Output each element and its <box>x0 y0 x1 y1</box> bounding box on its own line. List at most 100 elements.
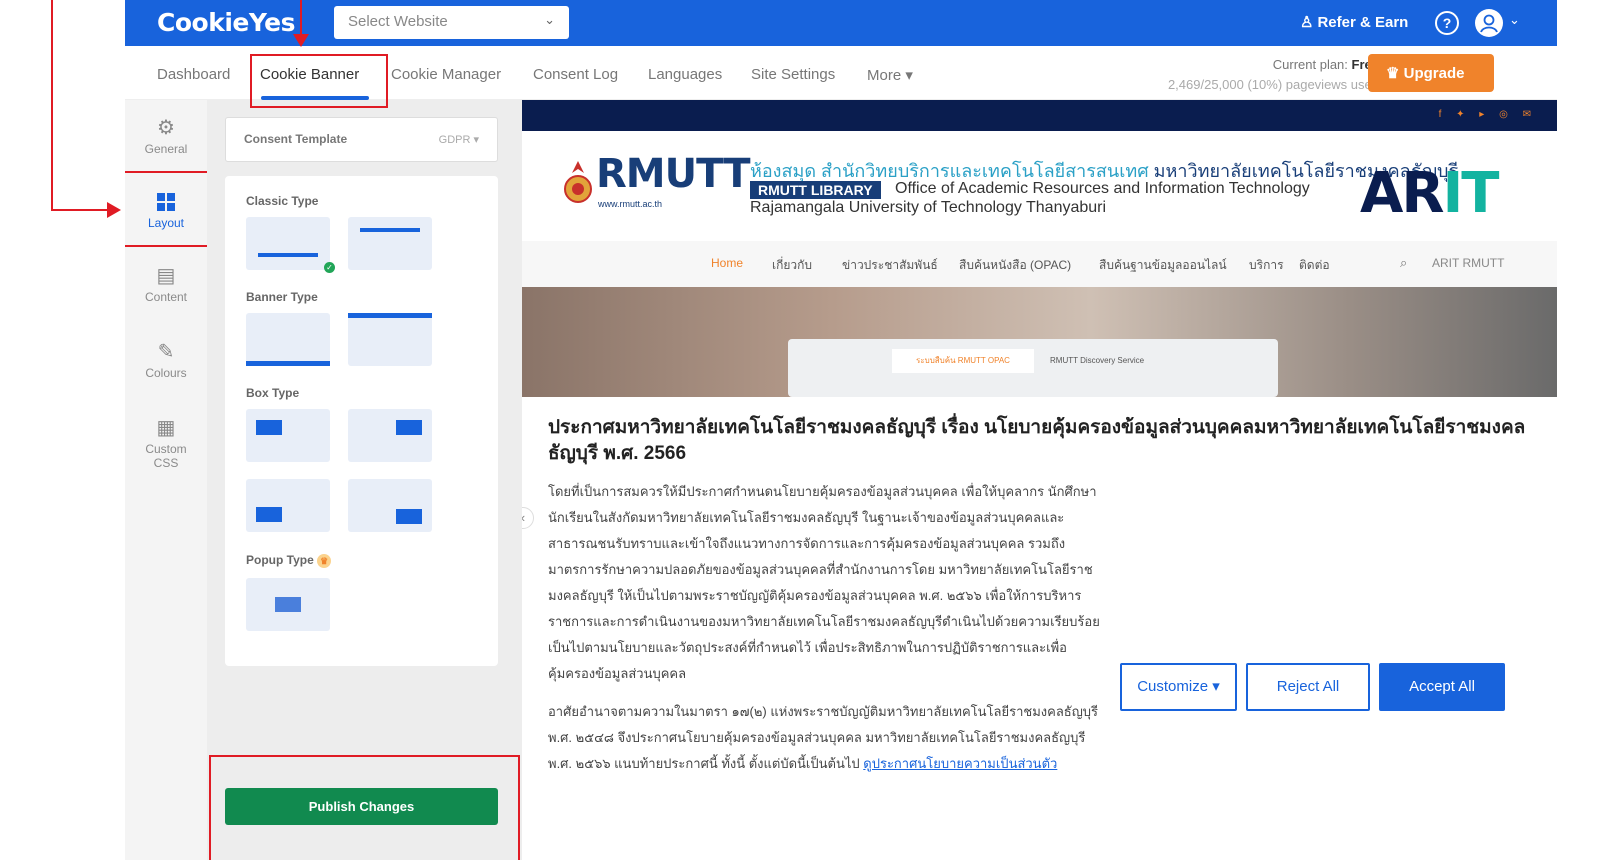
annotation-highlight-box <box>209 755 520 860</box>
site-nav: Home เกี่ยวกับ ข่าวประชาสัมพันธ์ สืบค้นห… <box>522 241 1557 287</box>
sidebar-item-custom-css[interactable]: ▦ Custom CSS <box>125 418 207 470</box>
layout-preview-box <box>396 420 422 435</box>
site-nav-item[interactable]: สืบค้นฐานข้อมูลออนไลน์ <box>1099 256 1227 275</box>
site-nav-item[interactable]: เกี่ยวกับ <box>772 256 812 275</box>
accept-all-button[interactable]: Accept All <box>1379 663 1505 711</box>
site-nav-item[interactable]: ติดต่อ <box>1299 256 1330 275</box>
settings-icon-sidebar: ⚙ General Layout ▤ Content ✎ Colours ▦ C… <box>125 100 210 860</box>
paint-icon: ✎ <box>157 341 175 363</box>
consent-template-select[interactable]: Consent Template GDPR ▾ <box>225 117 498 162</box>
sidebar-item-colours[interactable]: ✎ Colours <box>125 342 207 380</box>
cookie-banner: ‹ ประกาศมหาวิทยาลัยเทคโนโลยีราชมงคลธัญบุ… <box>522 397 1557 860</box>
hero-tab-opac[interactable]: ระบบสืบค้น RMUTT OPAC <box>892 349 1034 373</box>
banner-title: ประกาศมหาวิทยาลัยเทคโนโลยีราชมงคลธัญบุรี… <box>548 417 1526 464</box>
hero-search-card: ระบบสืบค้น RMUTT OPAC RMUTT Discovery Se… <box>788 339 1278 397</box>
refer-earn-label: Refer & Earn <box>1317 14 1409 31</box>
layout-option-popup[interactable] <box>246 578 330 631</box>
customize-button[interactable]: Customize ▾ <box>1120 663 1237 711</box>
layout-option-box-bottom-left[interactable] <box>246 479 330 532</box>
university-seal-icon <box>564 161 592 203</box>
upgrade-button[interactable]: ♛ Upgrade <box>1368 54 1494 92</box>
premium-crown-icon: ♛ <box>317 553 332 568</box>
arit-logo: ARIT <box>1360 161 1500 226</box>
screenshot-stage: CookieYes Select Website ⌄ ♙ Refer & Earn… <box>0 0 1600 860</box>
avatar[interactable] <box>1475 9 1503 37</box>
site-search-text: ARIT RMUTT <box>1432 256 1505 270</box>
annotation-arrow-icon <box>293 34 309 47</box>
arit-logo-a: AR <box>1360 161 1444 226</box>
annotation-line <box>51 209 113 211</box>
layout-option-banner-bottom[interactable] <box>246 313 330 366</box>
privacy-policy-link[interactable]: ดูประกาศนโยบายความเป็นส่วนตัว <box>863 756 1057 771</box>
tab-languages[interactable]: Languages <box>648 66 722 83</box>
office-name: Office of Academic Resources and Informa… <box>895 180 1310 197</box>
layout-option-classic-top[interactable] <box>348 217 432 270</box>
site-top-strip: f ✦ ▸ ◎ ✉ <box>522 100 1557 131</box>
banner-body: โดยที่เป็นการสมควรให้มีประกาศกำหนดนโยบาย… <box>548 479 1108 789</box>
tab-site-settings[interactable]: Site Settings <box>751 66 835 83</box>
tab-more[interactable]: More ▾ <box>867 66 913 84</box>
layout-preview-bar <box>348 313 432 318</box>
tab-cookie-manager[interactable]: Cookie Manager <box>391 66 501 83</box>
layout-preview-bar <box>246 361 330 366</box>
layout-option-box-top-left[interactable] <box>246 409 330 462</box>
annotation-line <box>51 0 53 210</box>
layout-option-classic-bottom[interactable]: ✓ <box>246 217 335 273</box>
layout-options-card: Classic Type ✓ Banner Type Box Type Popu… <box>225 176 498 666</box>
tab-consent-log[interactable]: Consent Log <box>533 66 618 83</box>
rmutt-logo-text: RMUTT <box>596 151 751 197</box>
document-icon: ▤ <box>156 265 176 287</box>
layout-preview-box <box>256 420 282 435</box>
social-icons: f ✦ ▸ ◎ ✉ <box>1438 109 1537 120</box>
website-select[interactable]: Select Website ⌄ <box>334 6 569 39</box>
site-nav-item[interactable]: บริการ <box>1249 256 1284 275</box>
annotation-highlight-box <box>250 54 388 108</box>
consent-template-label: Consent Template <box>244 132 348 146</box>
upgrade-label: Upgrade <box>1403 65 1465 82</box>
layout-option-box-bottom-right[interactable] <box>348 479 432 532</box>
layout-preview-box <box>275 597 301 612</box>
sidebar-item-label: Content <box>144 290 188 304</box>
layout-settings-panel: Consent Template GDPR ▾ Classic Type ✓ B… <box>207 100 522 860</box>
site-nav-home[interactable]: Home <box>711 256 743 270</box>
banner-paragraph: อาศัยอำนาจตามความในมาตรา ๑๗(๒) แห่งพระรา… <box>548 699 1108 777</box>
search-icon[interactable]: ⌕ <box>1400 255 1407 271</box>
reject-all-button[interactable]: Reject All <box>1246 663 1370 711</box>
layout-preview-bar <box>360 228 420 232</box>
layout-preview-bar <box>258 253 318 257</box>
gear-icon: ⚙ <box>157 117 175 139</box>
section-title-popup: Popup Type ♛ <box>246 553 332 568</box>
website-select-placeholder: Select Website <box>348 13 448 30</box>
tab-dashboard[interactable]: Dashboard <box>157 66 230 83</box>
sidebar-item-label: Custom CSS <box>145 442 187 470</box>
arit-logo-b: IT <box>1442 161 1499 226</box>
chevron-down-icon[interactable]: ⌄ <box>1509 12 1520 28</box>
layout-preview-box <box>256 507 282 522</box>
refer-earn-link[interactable]: ♙ Refer & Earn <box>1300 13 1408 31</box>
university-name: Rajamangala University of Technology Tha… <box>750 199 1107 216</box>
sidebar-item-label: General <box>144 142 188 156</box>
site-hero-image: ระบบสืบค้น RMUTT OPAC RMUTT Discovery Se… <box>522 287 1557 397</box>
site-nav-item[interactable]: ข่าวประชาสัมพันธ์ <box>842 256 938 275</box>
cookieyes-app: CookieYes Select Website ⌄ ♙ Refer & Earn… <box>125 0 1557 860</box>
banner-paragraph: โดยที่เป็นการสมควรให้มีประกาศกำหนดนโยบาย… <box>548 484 1100 681</box>
layout-option-banner-top[interactable] <box>348 313 432 366</box>
hero-tab-discovery[interactable]: RMUTT Discovery Service <box>1050 349 1144 373</box>
layout-option-box-top-right[interactable] <box>348 409 432 462</box>
sidebar-item-label: Colours <box>145 366 187 380</box>
sidebar-item-content[interactable]: ▤ Content <box>125 266 207 304</box>
chevron-down-icon: ⌄ <box>544 12 555 27</box>
sidebar-item-general[interactable]: ⚙ General <box>125 118 207 156</box>
annotation-line <box>300 0 302 38</box>
library-thai-name-a: ห้องสมุด สำนักวิทยบริการและเทคโนโลยีสารส… <box>750 161 1149 181</box>
plan-info: Current plan: Free 2,469/25,000 (10%) pa… <box>1168 55 1379 95</box>
collapse-panel-icon[interactable]: ‹ <box>522 507 534 529</box>
cookieyes-logo[interactable]: CookieYes <box>157 8 296 37</box>
help-icon[interactable]: ? <box>1435 11 1459 35</box>
check-icon: ✓ <box>324 262 335 273</box>
plan-label: Current plan: <box>1272 57 1348 72</box>
section-title-banner: Banner Type <box>246 290 318 304</box>
crown-icon: ♛ <box>1386 65 1400 82</box>
layout-preview-box <box>396 509 422 524</box>
site-nav-item[interactable]: สืบค้นหนังสือ (OPAC) <box>959 256 1071 275</box>
